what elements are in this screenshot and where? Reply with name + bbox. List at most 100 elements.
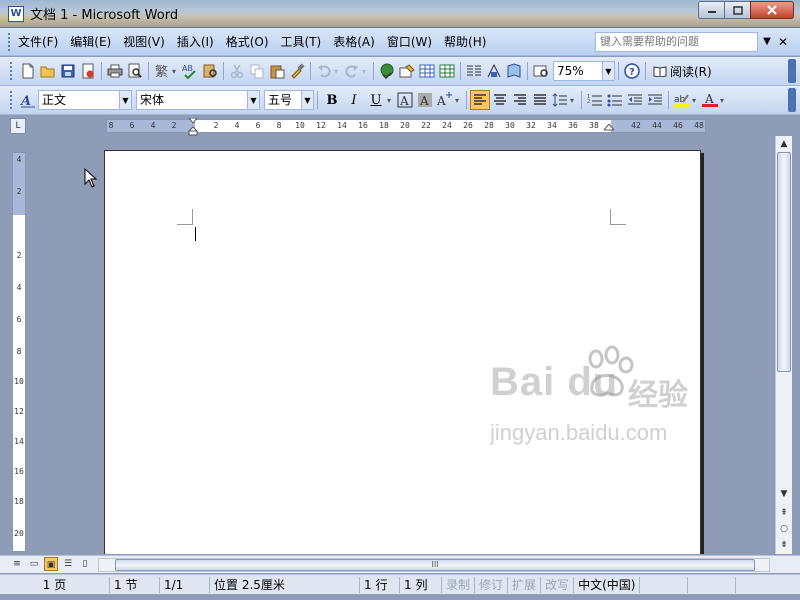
menu-file[interactable]: 文件(F) (12, 28, 64, 56)
status-language[interactable]: 中文(中国) (574, 576, 641, 593)
align-left-button[interactable] (470, 90, 490, 110)
decrease-indent-button[interactable] (625, 90, 645, 110)
paste-button[interactable] (267, 61, 287, 81)
help-button[interactable]: ? (622, 61, 642, 81)
next-page-button[interactable]: ⇟ (776, 538, 792, 552)
menu-table[interactable]: 表格(A) (327, 28, 381, 56)
insert-table-button[interactable] (417, 61, 437, 81)
outline-view-button[interactable]: ☰ (61, 557, 75, 571)
copy-button[interactable] (247, 61, 267, 81)
hyperlink-button[interactable] (377, 61, 397, 81)
previous-page-button[interactable]: ⇞ (776, 506, 792, 520)
new-document-button[interactable] (18, 61, 38, 81)
character-shading-button[interactable]: A (415, 90, 435, 110)
menu-help[interactable]: 帮助(H) (438, 28, 492, 56)
status-extend[interactable]: 扩展 (508, 576, 542, 593)
toolbar-options-button[interactable] (788, 59, 796, 83)
permission-button[interactable] (78, 61, 98, 81)
word-app-icon[interactable]: W (8, 5, 24, 22)
print-preview-button[interactable] (125, 61, 145, 81)
indent-marker-icon[interactable] (188, 118, 198, 136)
document-map-button[interactable] (504, 61, 524, 81)
web-layout-view-button[interactable]: ▭ (27, 557, 41, 571)
align-right-button[interactable] (510, 90, 530, 110)
show-hide-button[interactable] (531, 61, 551, 81)
minimize-button[interactable] (698, 1, 724, 19)
horizontal-scrollbar[interactable]: III (98, 558, 770, 572)
print-layout-view-button[interactable]: ▣ (44, 557, 58, 571)
status-track-changes[interactable]: 修订 (475, 576, 509, 593)
menu-edit[interactable]: 编辑(E) (64, 28, 117, 56)
cut-button[interactable] (227, 61, 247, 81)
style-select[interactable]: 正文 (38, 90, 120, 110)
line-spacing-dropdown[interactable]: ▾ (570, 96, 578, 105)
toolbar-grip[interactable] (10, 62, 14, 80)
text-effects-button[interactable]: A (435, 90, 455, 110)
font-color-dropdown[interactable]: ▾ (720, 96, 728, 105)
font-dropdown[interactable]: ▼ (248, 90, 260, 110)
highlight-dropdown[interactable]: ▾ (692, 96, 700, 105)
menu-tools[interactable]: 工具(T) (275, 28, 328, 56)
font-color-button[interactable]: A (700, 90, 720, 110)
numbering-button[interactable]: 12 (585, 90, 605, 110)
underline-button[interactable]: U (365, 90, 387, 110)
font-size-dropdown[interactable]: ▼ (302, 90, 314, 110)
text-effects-dropdown[interactable]: ▾ (455, 96, 463, 105)
style-dropdown[interactable]: ▼ (120, 90, 132, 110)
document-close-button[interactable]: ✕ (776, 32, 790, 52)
status-record[interactable]: 录制 (442, 576, 476, 593)
scroll-up-button[interactable]: ▲ (776, 136, 792, 152)
underline-dropdown[interactable]: ▾ (387, 96, 395, 105)
read-mode-button[interactable]: 阅读(R) (649, 63, 716, 80)
save-button[interactable] (58, 61, 78, 81)
research-button[interactable]: 繁 (152, 61, 172, 81)
menu-insert[interactable]: 插入(I) (171, 28, 220, 56)
vertical-scrollbar[interactable]: ▲ ▼ ⇞ ○ ⇟ (775, 136, 792, 554)
normal-view-button[interactable]: ≡ (10, 557, 24, 571)
bullets-button[interactable] (605, 90, 625, 110)
menu-format[interactable]: 格式(O) (220, 28, 275, 56)
italic-button[interactable]: I (343, 90, 365, 110)
menu-window[interactable]: 窗口(W) (381, 28, 438, 56)
font-size-select[interactable]: 五号 (264, 90, 302, 110)
insert-excel-button[interactable] (437, 61, 457, 81)
justify-button[interactable] (530, 90, 550, 110)
reading-layout-view-button[interactable]: ▯ (78, 557, 92, 571)
open-button[interactable] (38, 61, 58, 81)
tab-selector[interactable]: L (10, 118, 26, 134)
status-overtype[interactable]: 改写 (541, 576, 575, 593)
right-indent-marker-icon[interactable] (604, 124, 614, 132)
character-border-button[interactable]: A (395, 90, 415, 110)
zoom-dropdown[interactable]: ▼ (603, 61, 615, 81)
spelling-button[interactable]: AB (180, 61, 200, 81)
highlight-button[interactable]: ab (672, 90, 692, 110)
columns-button[interactable] (464, 61, 484, 81)
scroll-down-button[interactable]: ▼ (776, 486, 792, 502)
redo-dropdown[interactable]: ▾ (362, 67, 370, 76)
research-dropdown[interactable]: ▾ (172, 67, 180, 76)
zoom-input[interactable]: 75% (553, 61, 603, 81)
format-painter-button[interactable] (287, 61, 307, 81)
drawing-button[interactable] (484, 61, 504, 81)
undo-button[interactable] (314, 61, 334, 81)
maximize-button[interactable] (724, 1, 750, 19)
increase-indent-button[interactable] (645, 90, 665, 110)
vertical-scroll-thumb[interactable] (777, 152, 791, 372)
undo-dropdown[interactable]: ▾ (334, 67, 342, 76)
help-dropdown-button[interactable]: ▼ (760, 32, 774, 52)
bold-button[interactable]: B (321, 90, 343, 110)
line-spacing-button[interactable] (550, 90, 570, 110)
help-question-input[interactable]: 键入需要帮助的问题 (595, 32, 758, 52)
tables-borders-button[interactable] (397, 61, 417, 81)
print-button[interactable] (105, 61, 125, 81)
close-button[interactable] (750, 1, 794, 19)
vertical-ruler[interactable]: 4 2 2 4 6 8 10 12 14 16 18 20 (12, 152, 26, 552)
font-select[interactable]: 宋体 (136, 90, 248, 110)
toolbar-grip[interactable] (10, 91, 14, 109)
toolbar-options-button[interactable] (788, 88, 796, 112)
select-browse-object-button[interactable]: ○ (776, 522, 792, 536)
styles-formatting-button[interactable]: A (18, 90, 38, 110)
align-center-button[interactable] (490, 90, 510, 110)
document-page[interactable] (104, 150, 701, 554)
menu-view[interactable]: 视图(V) (117, 28, 171, 56)
